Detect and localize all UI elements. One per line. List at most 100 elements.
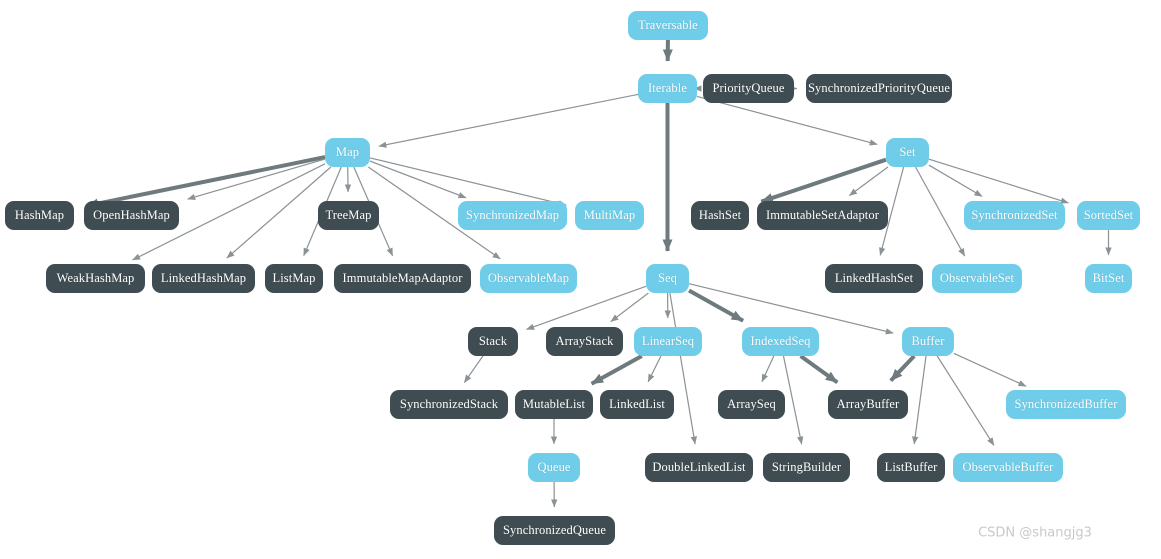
node-synchronizedstack[interactable]: SynchronizedStack <box>390 390 508 419</box>
node-label: SynchronizedQueue <box>502 523 607 538</box>
node-label: Map <box>335 145 360 160</box>
node-label: MutableList <box>522 397 586 412</box>
node-label: ArrayStack <box>555 334 614 349</box>
node-queue[interactable]: Queue <box>528 453 580 482</box>
node-weakhashmap[interactable]: WeakHashMap <box>46 264 145 293</box>
edge-indexedseq-to-arrayseq <box>761 355 775 383</box>
node-label: BitSet <box>1092 271 1125 286</box>
node-seq[interactable]: Seq <box>646 264 689 293</box>
edge-set-to-observableset <box>914 166 966 257</box>
node-label: ListBuffer <box>884 460 938 475</box>
node-label: DoubleLinkedList <box>652 460 746 475</box>
node-bitset[interactable]: BitSet <box>1085 264 1132 293</box>
node-treemap[interactable]: TreeMap <box>318 201 379 230</box>
node-listbuffer[interactable]: ListBuffer <box>877 453 945 482</box>
node-label: LinearSeq <box>641 334 695 349</box>
node-traversable[interactable]: Traversable <box>628 11 708 40</box>
node-synchronizedpriorityqueue[interactable]: SynchronizedPriorityQueue <box>806 74 952 103</box>
node-map[interactable]: Map <box>325 138 370 167</box>
edge-linearseq-to-linkedlist <box>647 355 662 383</box>
node-label: Seq <box>657 271 678 286</box>
node-stringbuilder[interactable]: StringBuilder <box>763 453 850 482</box>
node-hashset[interactable]: HashSet <box>691 201 749 230</box>
edge-set-to-sortedset <box>928 158 1069 204</box>
edge-set-to-immutablesetadaptor <box>848 166 889 197</box>
edge-seq-to-doublelinkedlist <box>669 292 698 445</box>
node-stack[interactable]: Stack <box>468 327 518 356</box>
edge-seq-to-arraystack <box>610 292 649 323</box>
node-indexedseq[interactable]: IndexedSeq <box>742 327 819 356</box>
node-label: LinkedHashSet <box>834 271 914 286</box>
node-label: IndexedSeq <box>750 334 811 349</box>
node-label: MultiMap <box>583 208 636 223</box>
node-observableset[interactable]: ObservableSet <box>932 264 1022 293</box>
edge-buffer-to-observablebuffer <box>936 355 995 446</box>
edge-map-to-openhashmap <box>187 158 326 201</box>
node-label: ObservableSet <box>939 271 1015 286</box>
node-linkedhashmap[interactable]: LinkedHashMap <box>152 264 255 293</box>
node-mutablelist[interactable]: MutableList <box>515 390 593 419</box>
node-priorityqueue[interactable]: PriorityQueue <box>703 74 794 103</box>
node-label: ArraySeq <box>727 397 776 412</box>
edge-set-to-hashset <box>760 157 887 204</box>
node-arrayseq[interactable]: ArraySeq <box>718 390 785 419</box>
node-sortedset[interactable]: SortedSet <box>1077 201 1140 230</box>
node-label: SynchronizedMap <box>465 208 560 223</box>
edge-iterable-to-set <box>696 95 878 146</box>
node-label: Stack <box>478 334 508 349</box>
node-label: OpenHashMap <box>93 208 170 223</box>
edge-linearseq-to-mutablelist <box>590 354 643 386</box>
node-observablemap[interactable]: ObservableMap <box>480 264 577 293</box>
node-arraystack[interactable]: ArrayStack <box>546 327 623 356</box>
node-synchronizedset[interactable]: SynchronizedSet <box>964 201 1065 230</box>
edge-set-to-synchronizedset <box>928 164 983 197</box>
node-label: Queue <box>537 460 571 475</box>
node-multimap[interactable]: MultiMap <box>575 201 644 230</box>
node-label: SynchronizedSet <box>971 208 1058 223</box>
node-iterable[interactable]: Iterable <box>638 74 697 103</box>
edge-iterable-to-map <box>378 93 639 148</box>
node-immutablesetadaptor[interactable]: ImmutableSetAdaptor <box>757 201 888 230</box>
node-synchronizedbuffer[interactable]: SynchronizedBuffer <box>1006 390 1126 419</box>
node-label: LinkedList <box>609 397 665 412</box>
node-label: StringBuilder <box>771 460 842 475</box>
node-label: TreeMap <box>325 208 372 223</box>
node-label: ListMap <box>272 271 316 286</box>
edge-map-to-linkedhashmap <box>226 166 332 259</box>
node-doublelinkedlist[interactable]: DoubleLinkedList <box>645 453 753 482</box>
watermark: CSDN @shangjg3 <box>978 525 1092 541</box>
edge-buffer-to-synchronizedbuffer <box>953 352 1027 387</box>
node-label: LinkedHashMap <box>160 271 247 286</box>
node-observablebuffer[interactable]: ObservableBuffer <box>953 453 1063 482</box>
node-label: PriorityQueue <box>712 81 785 96</box>
node-label: ImmutableMapAdaptor <box>342 271 463 286</box>
node-label: HashSet <box>698 208 742 223</box>
node-linkedhashset[interactable]: LinkedHashSet <box>825 264 923 293</box>
node-set[interactable]: Set <box>886 138 929 167</box>
node-label: ObservableMap <box>487 271 570 286</box>
node-synchronizedmap[interactable]: SynchronizedMap <box>458 201 567 230</box>
node-label: SortedSet <box>1083 208 1134 223</box>
node-linearseq[interactable]: LinearSeq <box>634 327 702 356</box>
node-arraybuffer[interactable]: ArrayBuffer <box>828 390 908 419</box>
node-label: ImmutableSetAdaptor <box>766 208 879 223</box>
node-buffer[interactable]: Buffer <box>902 327 954 356</box>
node-hashmap[interactable]: HashMap <box>5 201 74 230</box>
node-synchronizedqueue[interactable]: SynchronizedQueue <box>494 516 615 545</box>
node-label: Iterable <box>648 81 687 96</box>
node-label: WeakHashMap <box>56 271 135 286</box>
edge-buffer-to-arraybuffer <box>889 354 916 382</box>
diagram-canvas: Traversable Iterable PriorityQueue Synchron… <box>0 0 1161 559</box>
node-label: ObservableBuffer <box>962 460 1054 475</box>
edge-map-to-synchronizedmap <box>369 160 467 199</box>
node-label: HashMap <box>14 208 65 223</box>
edge-buffer-to-listbuffer <box>912 355 927 445</box>
node-label: SynchronizedPriorityQueue <box>807 81 951 96</box>
node-linkedlist[interactable]: LinkedList <box>600 390 674 419</box>
node-immutablemapadaptor[interactable]: ImmutableMapAdaptor <box>334 264 471 293</box>
node-listmap[interactable]: ListMap <box>265 264 323 293</box>
node-label: SynchronizedStack <box>399 397 499 412</box>
node-label: SynchronizedBuffer <box>1014 397 1118 412</box>
edge-map-to-multimap <box>369 157 567 207</box>
node-openhashmap[interactable]: OpenHashMap <box>84 201 179 230</box>
